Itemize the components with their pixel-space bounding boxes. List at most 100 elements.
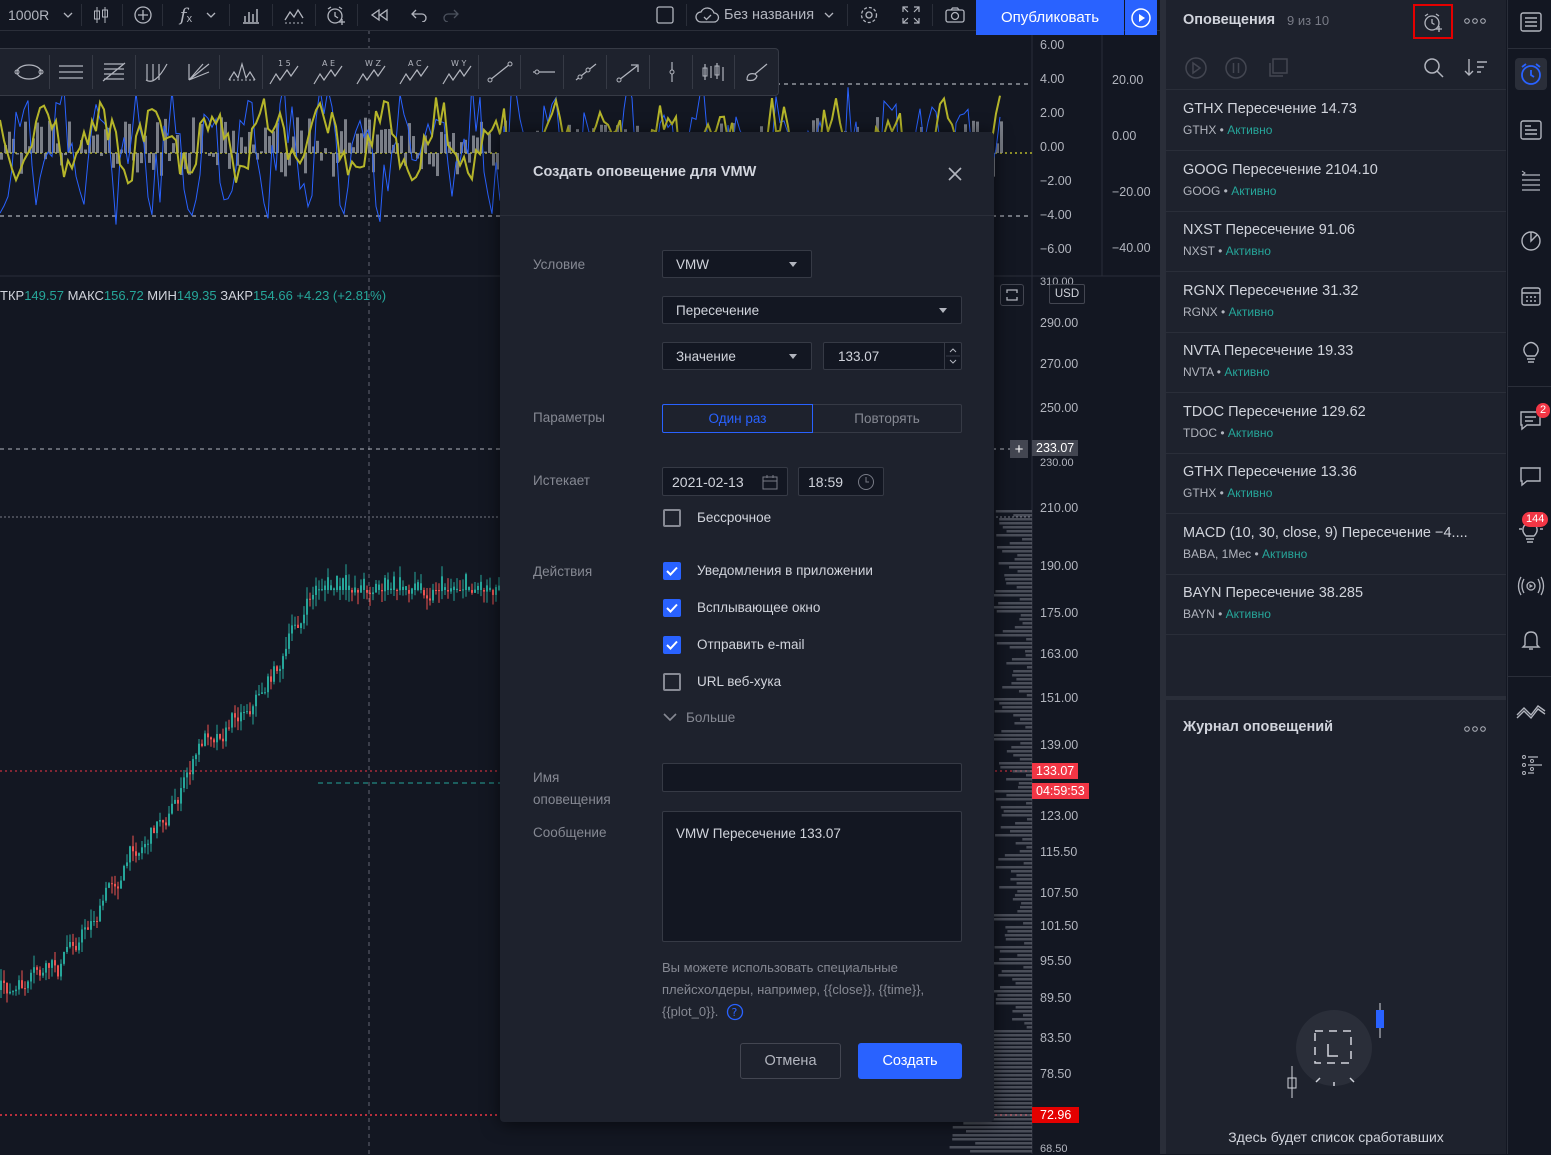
line-tool-icon[interactable] (483, 55, 517, 89)
ellipse-tool-icon[interactable] (12, 55, 46, 89)
volume-profile-bar (1007, 930, 1032, 933)
app-notification-checkbox[interactable] (663, 562, 681, 580)
wxyz-tool-icon[interactable]: W Z (354, 55, 388, 89)
undo-icon[interactable] (404, 0, 434, 30)
candle-body (129, 846, 131, 862)
alerts-clock-icon[interactable] (1515, 58, 1547, 90)
value-input[interactable]: 133.07 (823, 342, 962, 370)
settings-gear-icon[interactable] (855, 0, 883, 30)
watchlist-icon[interactable] (1515, 6, 1547, 38)
condition-type-select[interactable]: Пересечение (662, 296, 962, 324)
message-textarea[interactable]: VMW Пересечение 133.07 (662, 811, 962, 942)
value-type-select[interactable]: Значение (662, 342, 812, 370)
add-alert-plus-icon[interactable]: + (1010, 440, 1028, 458)
once-toggle[interactable]: Один раз (662, 404, 813, 433)
auto-scale-icon[interactable] (1000, 284, 1024, 306)
brush-tool-icon[interactable] (740, 55, 774, 89)
alert-item[interactable]: NVTA Пересечение 19.33 NVTA • Активно (1166, 332, 1506, 393)
fib-tool-icon[interactable] (97, 55, 131, 89)
data-window-icon[interactable] (1515, 114, 1547, 146)
ray-tool-icon[interactable] (569, 55, 603, 89)
play-icon[interactable] (1125, 0, 1157, 35)
more-options-icon[interactable] (1463, 12, 1487, 28)
add-alert-icon[interactable] (1413, 4, 1453, 39)
value-stepper[interactable] (944, 343, 961, 369)
indicators-icon[interactable]: fx (170, 0, 226, 30)
channel-tool-icon[interactable] (54, 55, 88, 89)
alert-item[interactable]: NXST Пересечение 91.06 NXST • Активно (1166, 211, 1506, 272)
open-ended-checkbox[interactable] (663, 509, 681, 527)
wxy-tool-icon[interactable]: W Y (440, 55, 474, 89)
resume-all-icon[interactable] (1184, 56, 1208, 85)
drawing-toolbar: 1 5 A E W Z A C W Y (0, 48, 779, 96)
volume-profile-bar (999, 958, 1032, 961)
axis-tick: 83.50 (1040, 1031, 1071, 1045)
alert-item[interactable]: GOOG Пересечение 2104.10 GOOG • Активно (1166, 151, 1506, 212)
alert-clock-icon[interactable] (322, 0, 350, 30)
help-icon[interactable]: ? (726, 1003, 744, 1021)
layout-icon[interactable] (650, 0, 680, 30)
expire-date-input[interactable]: 2021-02-13 (662, 467, 788, 496)
alert-item[interactable]: MACD (10, 30, close, 9) Пересечение −4..… (1166, 514, 1506, 575)
candle-body (48, 963, 50, 968)
compare-plus-icon[interactable] (130, 0, 156, 30)
pause-all-icon[interactable] (1224, 56, 1248, 85)
histogram-bar (96, 135, 99, 153)
clone-icon[interactable] (1266, 56, 1290, 85)
calendar-chart-icon[interactable] (1515, 224, 1547, 256)
vertical-line-tool-icon[interactable] (655, 55, 689, 89)
search-icon[interactable] (1422, 56, 1446, 85)
bell-icon[interactable] (1515, 624, 1547, 656)
alert-item[interactable]: GTHX Пересечение 13.36 GTHX • Активно (1166, 453, 1506, 514)
chart-name-button[interactable]: Без названия (694, 0, 842, 30)
repeat-toggle[interactable]: Повторять (813, 404, 962, 433)
head-shoulders-tool-icon[interactable] (225, 55, 259, 89)
alert-item[interactable]: TDOC Пересечение 129.62 TDOC • Активно (1166, 393, 1506, 454)
pitchfork-tool-icon[interactable] (140, 55, 174, 89)
more-toggle[interactable]: Больше (663, 710, 735, 725)
abcd-tool-icon[interactable]: A C (397, 55, 431, 89)
symbol-select[interactable]: VMW (662, 250, 812, 278)
expire-time-input[interactable]: 18:59 (798, 467, 884, 496)
fullscreen-icon[interactable] (897, 0, 925, 30)
messages-icon[interactable] (1515, 460, 1547, 492)
redo-icon[interactable] (436, 0, 466, 30)
camera-icon[interactable] (940, 0, 970, 30)
replay-icon[interactable] (364, 0, 394, 30)
horizontal-ray-tool-icon[interactable] (526, 55, 560, 89)
arrow-tool-icon[interactable] (612, 55, 646, 89)
create-button[interactable]: Создать (858, 1043, 962, 1079)
candle-body (366, 590, 368, 593)
candle-body (324, 586, 326, 590)
alert-name-input[interactable] (662, 763, 962, 792)
bars-pattern-tool-icon[interactable] (697, 55, 731, 89)
abcde-tool-icon[interactable]: A E (311, 55, 345, 89)
ideas-bulb-icon[interactable] (1515, 336, 1547, 368)
volume-profile-bar (1021, 902, 1032, 905)
log-more-options-icon[interactable] (1463, 720, 1487, 736)
popup-checkbox[interactable] (663, 599, 681, 617)
email-checkbox[interactable] (663, 636, 681, 654)
gann-tool-icon[interactable] (182, 55, 216, 89)
webhook-checkbox[interactable] (663, 673, 681, 691)
elliott-impulse-tool-icon[interactable]: 1 5 (267, 55, 301, 89)
sort-icon[interactable] (1463, 56, 1489, 85)
streams-icon[interactable] (1515, 570, 1547, 602)
cancel-button[interactable]: Отмена (740, 1043, 841, 1079)
candles-icon[interactable] (88, 0, 114, 30)
hotlist-icon[interactable] (1515, 166, 1547, 198)
publish-button[interactable]: Опубликовать (976, 0, 1124, 35)
close-icon[interactable] (944, 163, 966, 185)
dom-icon[interactable] (1515, 750, 1547, 782)
create-alert-dialog: Создать оповещение для VMW Условие VMW П… (500, 132, 994, 1122)
alert-item[interactable]: BAYN Пересечение 38.285 BAYN • Активно (1166, 574, 1506, 635)
economic-calendar-icon[interactable] (1515, 280, 1547, 312)
currency-label[interactable]: USD (1049, 284, 1085, 304)
alert-item[interactable]: RGNX Пересечение 31.32 RGNX • Активно (1166, 272, 1506, 333)
templates-icon[interactable] (280, 0, 308, 30)
alert-item[interactable]: GTHX Пересечение 14.73 GTHX • Активно (1166, 90, 1506, 151)
panel-splitter[interactable] (1166, 696, 1506, 700)
trading-panel-icon[interactable] (1515, 694, 1547, 726)
interval-selector[interactable]: 1000R (4, 0, 76, 30)
financials-icon[interactable] (237, 0, 265, 30)
